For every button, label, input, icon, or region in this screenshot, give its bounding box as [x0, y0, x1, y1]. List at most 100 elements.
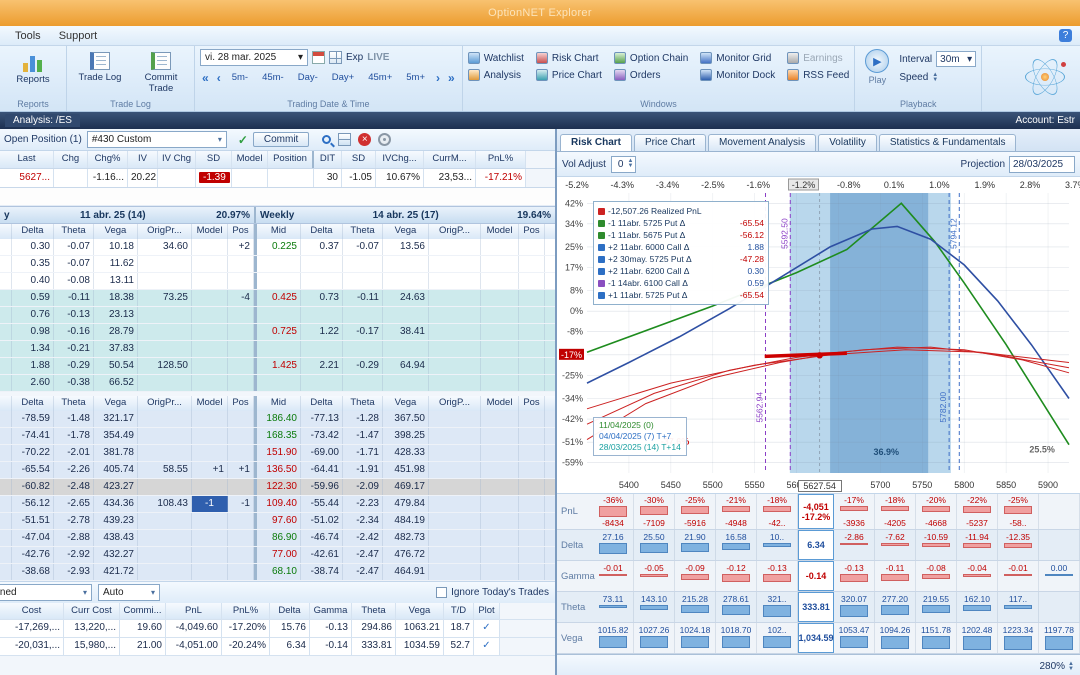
tab-movement-analysis[interactable]: Movement Analysis: [708, 134, 817, 151]
option-cell: 482.73: [383, 530, 429, 546]
time-btn-5m[interactable]: 5m-: [227, 70, 253, 85]
window-toggle-orders[interactable]: Orders: [613, 69, 688, 81]
window-toggle-watchlist[interactable]: Watchlist: [467, 52, 524, 64]
expiry-header: y 11 abr. 25 (14) 20.97% Weekly 14 abr. …: [0, 206, 555, 224]
combine-mode-select[interactable]: Combined ▾: [0, 584, 92, 601]
option-cell: 0.425: [257, 290, 301, 306]
option-cell: [228, 411, 254, 427]
interval-select[interactable]: 30m ▾: [936, 51, 977, 67]
option-row[interactable]: -47.04 -2.88 438.43 86.90 -46.74 -2.42 482.73: [0, 530, 555, 547]
greek-bar: [922, 543, 950, 548]
reports-button[interactable]: Reports: [5, 49, 61, 88]
option-row[interactable]: -65.54 -2.26 405.74 58.55 +1 +1 136.50 -64.41 -1…: [0, 462, 555, 479]
option-row[interactable]: -51.51 -2.78 439.23 97.60 -51.02 -2.34 484.19: [0, 513, 555, 530]
option-row[interactable]: -74.41 -1.78 354.49 168.35 -73.42 -1.47 398.25: [0, 428, 555, 445]
option-row[interactable]: -38.68 -2.93 421.72 68.10 -38.74 -2.47 464.91: [0, 564, 555, 581]
auto-select[interactable]: Auto ▾: [98, 584, 160, 601]
menu-item-support[interactable]: Support: [50, 28, 107, 44]
option-row[interactable]: 0.59 -0.11 18.38 73.25 -4 0.425 0.73 -0.11 24.63: [0, 290, 555, 307]
option-cell: 469.17: [383, 479, 429, 495]
option-row[interactable]: 0.35 -0.07 11.62: [0, 256, 555, 273]
greek-cell: [1039, 530, 1080, 560]
window-toggle-price-chart[interactable]: Price Chart: [535, 69, 602, 81]
totals-cell: 21.00: [120, 638, 166, 655]
greek-bar: [881, 636, 909, 649]
option-row[interactable]: -78.59 -1.48 321.17 186.40 -77.13 -1.28 367.50: [0, 411, 555, 428]
expiry-section-1[interactable]: y 11 abr. 25 (14) 20.97%: [0, 207, 256, 223]
tab-risk-chart[interactable]: Risk Chart: [560, 134, 633, 151]
option-row[interactable]: 1.34 -0.21 37.83: [0, 341, 555, 358]
option-cell: -77.13: [301, 411, 343, 427]
totals-row[interactable]: -20,031,... 15,980,... 21.00 -4,051.00 -20.2…: [0, 638, 555, 656]
nav-forward-icon[interactable]: »: [446, 71, 457, 85]
help-icon[interactable]: ?: [1059, 29, 1072, 42]
commit-button[interactable]: Commit: [252, 132, 310, 147]
option-cell: [481, 496, 519, 512]
menu-item-tools[interactable]: Tools: [6, 28, 50, 44]
spinner-arrows-icon[interactable]: ▲ ▼: [627, 158, 633, 169]
nav-forward-icon[interactable]: ›: [434, 71, 442, 85]
window-toggle-monitor-dock[interactable]: Monitor Dock: [700, 69, 775, 81]
nav-back-icon[interactable]: «: [200, 71, 211, 85]
time-btn-5m[interactable]: 5m+: [401, 70, 430, 85]
greek-bar: [1045, 636, 1073, 650]
commit-trade-button[interactable]: Commit Trade: [133, 49, 189, 97]
window-toggle-rss-feed[interactable]: RSS Feed: [787, 69, 849, 81]
window-toggle-analysis[interactable]: Analysis: [467, 69, 524, 81]
option-cell: [481, 307, 519, 323]
expiry-section-2[interactable]: Weekly 14 abr. 25 (17) 19.64%: [256, 207, 555, 223]
window-toggle-monitor-grid[interactable]: Monitor Grid: [700, 52, 775, 64]
option-row[interactable]: -60.82 -2.48 423.27 122.30 -59.96 -2.09 469.17: [0, 479, 555, 496]
time-btn-45m[interactable]: 45m-: [257, 70, 289, 85]
analysis-symbol-tab[interactable]: Analysis: /ES: [5, 114, 80, 127]
grid-icon[interactable]: [338, 133, 352, 146]
risk-chart[interactable]: 42% 34% 25% 17% 8% 0% -8% -17% -25% -34% -42% -51% -…: [557, 177, 1080, 479]
tab-volatility[interactable]: Volatility: [818, 134, 877, 151]
greek-bar: [681, 605, 709, 613]
vol-adjust-stepper[interactable]: 0 ▲ ▼: [610, 155, 637, 173]
gear-icon[interactable]: [378, 133, 392, 146]
option-cell: 64.94: [383, 358, 429, 374]
option-row[interactable]: 0.76 -0.13 23.13: [0, 307, 555, 324]
window-toggle-risk-chart[interactable]: Risk Chart: [535, 52, 602, 64]
legend-marker-icon: [598, 243, 605, 251]
strategy-select[interactable]: #430 Custom ▾: [86, 131, 227, 148]
summary-header-row: Last Chg Chg% IV IV Chg SD Model Position DIT SD I…: [0, 151, 555, 169]
greek-bar: [922, 636, 950, 650]
option-cell: [343, 307, 383, 323]
plot-checkbox[interactable]: ✓: [474, 638, 500, 655]
option-row[interactable]: -56.12 -2.65 434.36 108.43 -1 -1 109.40 -55.44-…: [0, 496, 555, 513]
option-row[interactable]: 1.88 -0.29 50.54 128.50 1.425 2.21 -0.29 64.94: [0, 358, 555, 375]
greek-cell: -21% -4948: [716, 494, 757, 529]
expiry-grid-icon[interactable]: [329, 51, 342, 64]
play-button[interactable]: ▶: [865, 49, 890, 73]
zoom-stepper[interactable]: ▲ ▼: [1068, 661, 1074, 672]
titlebar: OptionNET Explorer: [0, 0, 1080, 26]
option-row[interactable]: 0.98 -0.16 28.79 0.725 1.22 -0.17 38.41: [0, 324, 555, 341]
trade-log-button[interactable]: Trade Log: [72, 49, 128, 86]
speed-stepper[interactable]: ▲ ▼: [932, 72, 938, 83]
tab-price-chart[interactable]: Price Chart: [634, 134, 707, 151]
nav-back-icon[interactable]: ‹: [215, 71, 223, 85]
ignore-trades-checkbox[interactable]: [436, 587, 448, 598]
option-row[interactable]: 2.60 -0.38 66.52: [0, 375, 555, 392]
projection-date-input[interactable]: 28/03/2025: [1009, 155, 1075, 173]
time-btn-day[interactable]: Day-: [293, 70, 323, 85]
calendar-icon[interactable]: [312, 51, 325, 64]
option-row[interactable]: 0.30 -0.07 10.18 34.60 +2 0.225 0.37 -0.07 13.56: [0, 239, 555, 256]
option-row[interactable]: -70.22 -2.01 381.78 151.90 -69.00 -1.71 428.33: [0, 445, 555, 462]
time-btn-45m[interactable]: 45m+: [363, 70, 397, 85]
close-icon[interactable]: ×: [358, 133, 372, 146]
tab-statistics-fundamentals[interactable]: Statistics & Fundamentals: [878, 134, 1017, 151]
greek-cell: -0.01: [593, 561, 634, 591]
option-cell: 367.50: [383, 411, 429, 427]
totals-row[interactable]: -17,269,... 13,220,... 19.60 -4,049.60 -17.2…: [0, 620, 555, 638]
search-icon[interactable]: [322, 135, 332, 144]
trading-date-input[interactable]: vi. 28 mar. 2025 ▾: [200, 49, 308, 66]
window-toggle-option-chain[interactable]: Option Chain: [613, 52, 688, 64]
totals-cell: 1063.21: [396, 620, 444, 637]
option-row[interactable]: -42.76 -2.92 432.27 77.00 -42.61 -2.47 476.72: [0, 547, 555, 564]
plot-checkbox[interactable]: ✓: [474, 620, 500, 637]
time-btn-day[interactable]: Day+: [327, 70, 359, 85]
option-row[interactable]: 0.40 -0.08 13.11: [0, 273, 555, 290]
